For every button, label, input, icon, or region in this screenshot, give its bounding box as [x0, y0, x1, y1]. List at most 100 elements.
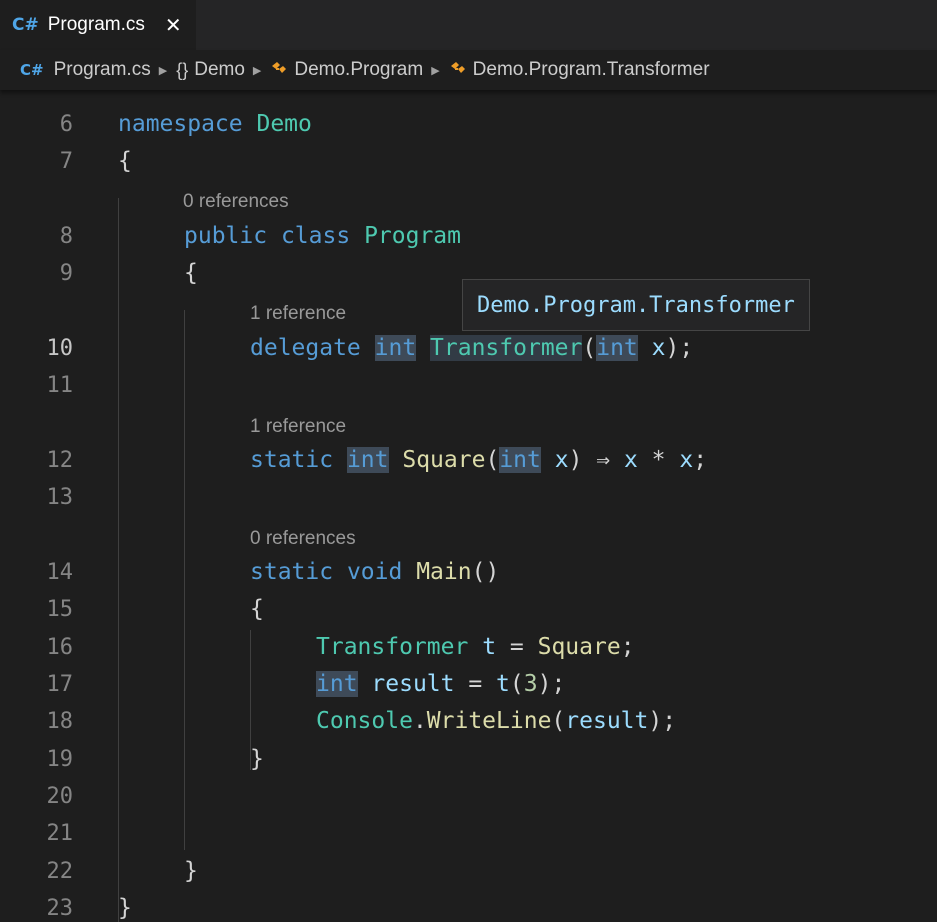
codelens-references[interactable]: 0 references	[183, 190, 289, 214]
variable: t	[482, 634, 497, 660]
code-line: }	[118, 895, 132, 921]
punctuation: (	[485, 447, 500, 473]
punctuation: (	[509, 671, 524, 697]
method-name: Square	[402, 447, 486, 473]
punctuation: );	[537, 671, 566, 697]
operator: =	[454, 671, 497, 697]
variable: t	[496, 671, 510, 697]
line-number: 17	[46, 672, 74, 697]
variable: result	[565, 708, 649, 734]
close-icon[interactable]: ✕	[165, 13, 182, 37]
namespace-icon: {}	[176, 59, 189, 80]
code-line: Transformer t = Square;	[316, 629, 635, 666]
punctuation: ;	[620, 634, 635, 660]
method-name: WriteLine	[426, 708, 552, 734]
punctuation: (	[551, 708, 566, 734]
tab-bar: C# Program.cs ✕	[0, 0, 937, 50]
keyword-highlighted: int	[316, 671, 358, 697]
class-name: Program	[364, 223, 461, 249]
csharp-file-icon: C#	[12, 15, 39, 35]
line-number: 19	[46, 747, 74, 772]
breadcrumb-file[interactable]: C# Program.cs	[20, 59, 151, 81]
method-name: Main	[416, 559, 472, 585]
type-name: Transformer	[316, 634, 469, 660]
breadcrumb-member[interactable]: Demo.Program.Transformer	[449, 59, 710, 81]
punctuation: ;	[693, 447, 708, 473]
breadcrumb-class[interactable]: Demo.Program	[270, 59, 423, 81]
line-number: 23	[46, 896, 74, 921]
breadcrumb-namespace[interactable]: {} Demo	[176, 59, 245, 81]
keyword: namespace	[118, 111, 243, 137]
breadcrumb-namespace-label: Demo	[194, 59, 245, 80]
operator: =	[496, 634, 538, 660]
code-line: }	[250, 746, 264, 772]
line-number: 22	[46, 859, 74, 884]
line-number: 11	[46, 373, 74, 398]
code-line: int result = t(3);	[316, 666, 565, 703]
breadcrumb-member-label: Demo.Program.Transformer	[472, 59, 710, 80]
line-number-current: 10	[46, 336, 74, 361]
type-name: Console	[316, 708, 413, 734]
breadcrumb-class-label: Demo.Program	[294, 59, 424, 80]
punctuation: );	[665, 335, 694, 361]
code-line: }	[184, 858, 198, 884]
indent-guide	[184, 310, 185, 850]
code-line: delegate int Transformer(int x);	[250, 330, 693, 367]
type-name-hovered[interactable]: Transformer	[430, 335, 583, 361]
code-line: {	[118, 148, 132, 174]
line-number: 7	[59, 149, 73, 174]
indent-guide	[118, 198, 119, 922]
method-name: Square	[537, 634, 621, 660]
breadcrumb-file-label: Program.cs	[53, 59, 151, 80]
variable: result	[371, 671, 455, 697]
parameter: x	[554, 447, 569, 473]
variable: x	[623, 447, 638, 473]
code-line: {	[250, 596, 264, 622]
chevron-right-icon: ▶	[158, 64, 168, 77]
chevron-right-icon: ▶	[431, 64, 440, 77]
operator: *	[637, 447, 680, 473]
codelens-references[interactable]: 1 reference	[250, 302, 346, 326]
punctuation: );	[648, 708, 677, 734]
tab-label: Program.cs	[47, 14, 145, 35]
code-line: Console.WriteLine(result);	[316, 703, 676, 740]
line-number: 13	[46, 485, 74, 510]
line-number: 9	[59, 261, 73, 286]
keyword: class	[280, 223, 351, 249]
codelens-references[interactable]: 1 reference	[250, 415, 346, 439]
code-line: namespace Demo	[118, 106, 312, 143]
breadcrumb: C# Program.cs ▶ {} Demo ▶ Demo.Program ▶…	[0, 50, 937, 90]
csharp-file-icon: C#	[20, 61, 44, 79]
line-number: 21	[46, 821, 74, 846]
line-number: 20	[46, 784, 74, 809]
punctuation: ()	[471, 559, 500, 585]
punctuation: (	[582, 335, 597, 361]
tab-program-cs[interactable]: C# Program.cs ✕	[0, 0, 196, 50]
hover-tooltip: Demo.Program.Transformer	[462, 279, 810, 331]
keyword-highlighted: int	[346, 447, 389, 473]
code-line: static int Square(int x) ⇒ x * x;	[250, 442, 707, 479]
parameter: x	[651, 335, 666, 361]
line-number: 14	[46, 560, 74, 585]
codelens-references[interactable]: 0 references	[250, 527, 356, 551]
code-editor[interactable]: 6 7 8 9 10 11 12 13 14 15 16 17 18 19 20…	[0, 90, 937, 922]
namespace-name: Demo	[256, 111, 312, 137]
keyword-highlighted: int	[374, 335, 417, 361]
keyword-highlighted: int	[499, 447, 541, 473]
line-number: 18	[46, 709, 74, 734]
code-line: {	[184, 260, 198, 286]
code-line: static void Main()	[250, 554, 499, 591]
line-number: 8	[59, 224, 73, 249]
number-literal: 3	[523, 671, 538, 697]
keyword: delegate	[250, 335, 361, 361]
punctuation: ) ⇒	[568, 447, 624, 473]
variable: x	[679, 447, 694, 473]
keyword: public	[184, 223, 268, 249]
keyword-highlighted: int	[596, 335, 638, 361]
class-icon	[449, 60, 467, 81]
chevron-right-icon: ▶	[252, 64, 262, 77]
class-icon	[270, 60, 288, 81]
keyword: static	[250, 447, 334, 473]
line-number: 16	[46, 635, 74, 660]
keyword: static	[250, 559, 334, 585]
